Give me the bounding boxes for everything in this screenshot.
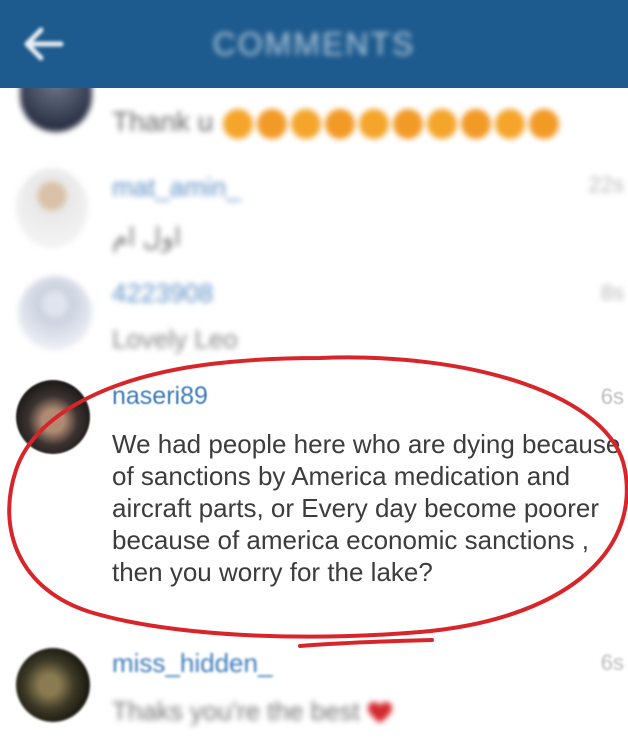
- avatar[interactable]: [16, 648, 90, 722]
- heart-icon: [367, 701, 393, 725]
- comment-username[interactable]: naseri89: [112, 382, 208, 411]
- comments-screen: COMMENTS Thank u mat_amin_ 22s اول ام 42…: [0, 0, 628, 750]
- comment-text: Thaks you're the best: [112, 696, 393, 727]
- comment-text: We had people here who are dying because…: [112, 429, 621, 587]
- comment-item: miss_hidden_ 6s Thaks you're the best: [0, 640, 628, 750]
- page-title: COMMENTS: [212, 26, 416, 62]
- comment-username[interactable]: miss_hidden_: [112, 648, 272, 679]
- comment-timestamp: 6s: [600, 384, 624, 409]
- comment-timestamp: 6s: [600, 650, 624, 675]
- comment-item-highlighted: naseri89 6s We had people here who are d…: [0, 0, 628, 750]
- comments-header-bar: COMMENTS: [0, 0, 628, 88]
- comment-text-value: Thaks you're the best: [112, 696, 360, 726]
- avatar[interactable]: [16, 380, 90, 454]
